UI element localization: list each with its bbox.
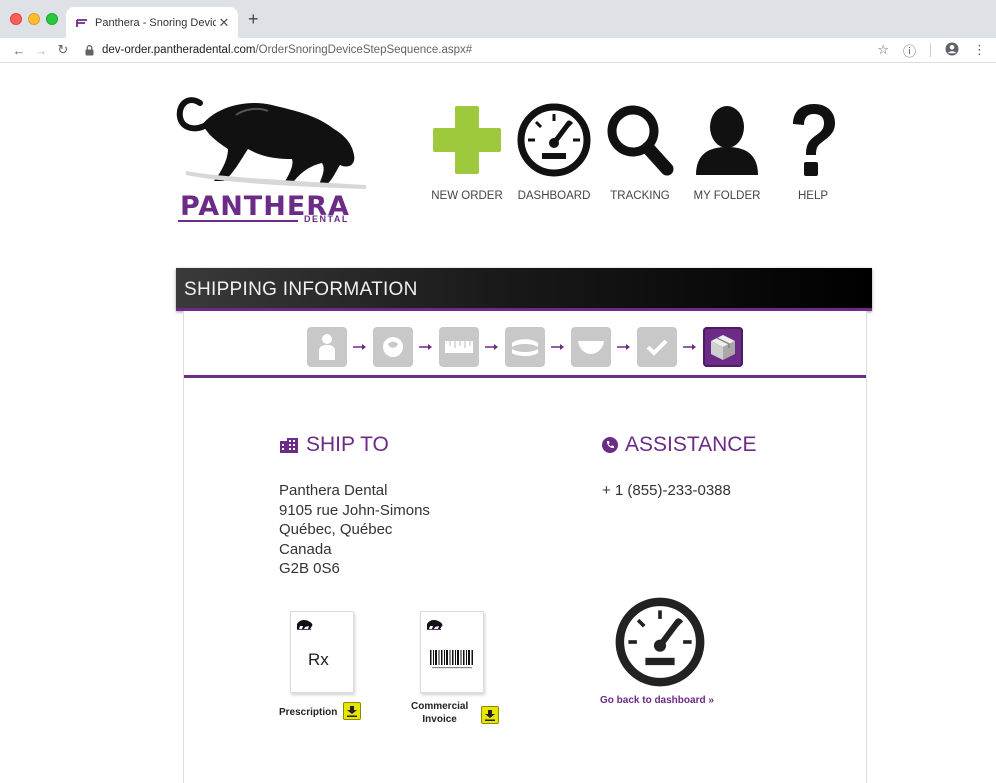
step-arrow [545,343,571,351]
lock-icon [82,44,96,56]
step-confirm[interactable] [637,327,677,367]
panther-mini-icon [427,619,443,630]
package-icon [711,335,735,360]
barcode-icon [430,650,473,669]
bookmark-star-icon[interactable]: ☆ [877,42,889,58]
address-line: G2B 0S6 [279,560,340,577]
step-device[interactable] [505,327,545,367]
panthera-logo[interactable]: PANTHERA DENTAL [176,85,366,225]
back-to-dashboard-link[interactable]: Go back to dashboard » [600,695,714,706]
assistance-phone: + 1 (855)-233-0388 [602,482,731,499]
panther-icon [176,97,366,189]
ship-to-heading: SHIP TO [279,433,389,457]
plus-icon [433,106,501,174]
prescription-thumbnail[interactable]: Rx [290,611,354,693]
shipping-address: Panthera Dental 9105 rue John-Simons Qué… [279,481,430,579]
rx-mark: Rx [308,650,329,669]
back-arrow-icon[interactable]: ← [8,43,30,58]
brand-subtitle: DENTAL [304,214,349,224]
magnifier-icon [607,105,674,176]
step-arch[interactable] [373,327,413,367]
browser-toolbar: ← → ↻ dev-order.pantheradental.com/Order… [0,38,996,63]
forward-arrow-icon[interactable]: → [30,43,52,58]
browser-menu-icon[interactable]: ⋮ [973,42,986,58]
panther-mini-icon [297,619,313,630]
step-arrow [479,343,505,351]
building-icon [279,437,299,453]
step-arrow [611,343,637,351]
question-mark-icon [793,104,835,176]
speedometer-icon [517,103,591,177]
measurement-icon [445,341,473,353]
step-arrow [347,343,373,351]
ship-to-title: SHIP TO [306,433,389,456]
tab-title: Panthera - Snoring Device Order [95,16,216,29]
page-title: SHIPPING INFORMATION [184,279,418,300]
phone-icon [602,437,618,453]
step-arrow [677,343,703,351]
patient-icon [319,334,335,360]
step-shipping[interactable] [703,327,743,367]
nav-new-order-label: NEW ORDER [431,190,503,202]
address-line: Québec, Québec [279,521,393,538]
panel-header: SHIPPING INFORMATION [176,268,872,311]
prescription-download-button[interactable] [343,702,361,720]
nav-tracking[interactable]: TRACKING [595,100,685,202]
new-tab-icon[interactable]: + [248,9,259,30]
step-measurement[interactable] [439,327,479,367]
brand-underline [178,220,298,222]
invoice-label-line: Commercial [411,701,469,712]
browser-tab[interactable]: Panthera - Snoring Device Order ✕ [66,7,238,38]
tab-close-icon[interactable]: ✕ [216,15,232,31]
download-icon [485,709,495,721]
nav-my-folder[interactable]: MY FOLDER [682,100,772,202]
user-icon [696,106,758,175]
profile-icon[interactable] [945,42,959,59]
device-icon [512,339,538,356]
step-tray[interactable] [571,327,611,367]
invoice-download-button[interactable] [481,706,499,724]
steps-divider [184,375,866,378]
download-icon [347,705,357,717]
nav-new-order[interactable]: NEW ORDER [422,100,512,202]
invoice-thumbnail[interactable] [420,611,484,693]
address-bar[interactable]: dev-order.pantheradental.com/OrderSnorin… [82,40,872,60]
assistance-heading: ASSISTANCE [602,433,756,457]
nav-dashboard-label: DASHBOARD [517,190,591,202]
nav-help-label: HELP [797,190,829,202]
address-line: Panthera Dental [279,482,388,499]
address-line: Canada [279,540,332,558]
close-window-button[interactable] [10,13,22,25]
minimize-window-button[interactable] [28,13,40,25]
check-icon [646,339,668,356]
info-icon[interactable]: ⓘ [903,41,916,60]
assistance-title: ASSISTANCE [625,433,757,456]
invoice-label-line: Invoice [422,714,457,725]
maximize-window-button[interactable] [46,13,58,25]
panthera-favicon-icon [76,17,88,29]
nav-my-folder-label: MY FOLDER [693,190,761,202]
prescription-label: Prescription [279,707,338,718]
reload-icon[interactable]: ↻ [52,42,74,58]
step-sequence [307,327,743,367]
nav-dashboard[interactable]: DASHBOARD [509,100,599,202]
browser-tabstrip: Panthera - Snoring Device Order ✕ + [0,0,996,38]
toolbar-divider [930,43,931,57]
tray-icon [578,341,604,354]
address-line: 9105 rue John-Simons [279,501,430,519]
invoice-label: Commercial Invoice [411,700,468,726]
panel-body: SHIP TO Panthera Dental 9105 rue John-Si… [183,311,867,783]
url-path: /OrderSnoringDeviceStepSequence.aspx# [255,44,473,56]
step-arrow [413,343,439,351]
nav-help[interactable]: HELP [768,100,858,202]
speedometer-icon[interactable] [615,597,705,687]
arch-icon [383,337,403,357]
nav-tracking-label: TRACKING [610,190,670,202]
url-domain: dev-order.pantheradental.com [102,44,256,56]
step-patient[interactable] [307,327,347,367]
